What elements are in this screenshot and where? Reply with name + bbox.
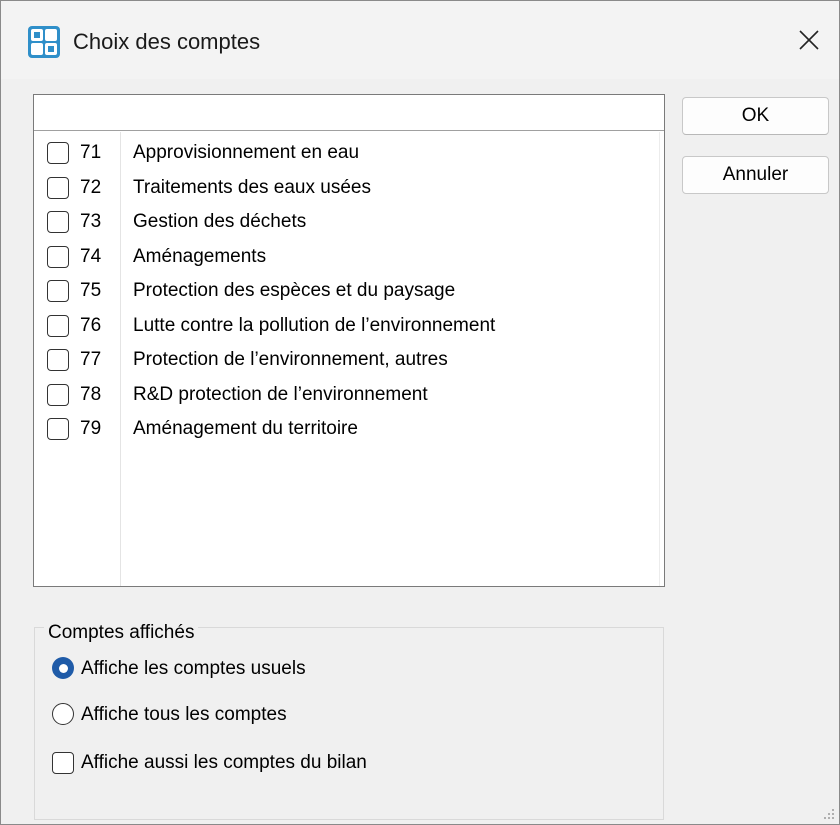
group-legend: Comptes affichés [44,620,199,646]
dialog-window: Choix des comptes 71 Approvisionnement en… [0,0,840,825]
account-label: Lutte contre la pollution de l’environne… [133,314,496,336]
balance-accounts-label[interactable]: Affiche aussi les comptes du bilan [81,750,367,776]
list-item[interactable]: 77 Protection de l’environnement, autres [34,343,654,378]
app-logo-icon [28,26,60,58]
resize-grip-icon[interactable] [823,808,835,820]
account-number: 71 [80,142,102,163]
account-checkbox[interactable] [47,245,69,268]
account-label: Approvisionnement en eau [133,142,360,163]
account-label: Aménagements [133,245,267,267]
account-number: 73 [80,211,102,232]
list-item[interactable]: 76 Lutte contre la pollution de l’environ… [34,309,654,344]
account-number: 77 [80,349,102,370]
account-number: 78 [80,383,102,405]
accounts-list[interactable]: 71 Approvisionnement en eau 72 Traitements … [33,94,665,587]
account-checkbox[interactable] [47,280,69,302]
account-number: 79 [80,418,102,439]
account-label: R&D protection de l’environnement [133,383,428,405]
account-checkbox[interactable] [47,314,69,337]
radio-usual-label[interactable]: Affiche les comptes usuels [81,656,306,682]
account-label: Protection de l’environnement, autres [133,349,448,370]
account-label: Protection des espèces et du paysage [133,280,456,301]
list-item[interactable]: 75 Protection des espèces et du paysage [34,274,654,309]
list-item[interactable]: 74 Aménagements [34,240,654,275]
radio-usual-accounts[interactable] [52,657,74,679]
list-rows: 71 Approvisionnement en eau 72 Traitements … [34,136,654,447]
balance-accounts-checkbox[interactable] [52,752,74,774]
account-label: Traitements des eaux usées [133,176,371,198]
title-bar[interactable]: Choix des comptes [1,1,839,79]
account-checkbox[interactable] [47,142,69,164]
window-title: Choix des comptes [73,29,261,54]
radio-all-accounts[interactable] [52,703,74,725]
list-header [34,95,664,131]
list-item[interactable]: 78 R&D protection de l’environnement [34,378,654,413]
account-checkbox[interactable] [47,349,69,371]
account-number: 72 [80,176,102,198]
cancel-button[interactable]: Annuler [682,156,829,194]
account-checkbox[interactable] [47,383,69,406]
close-icon [799,30,819,50]
list-item[interactable]: 72 Traitements des eaux usées [34,171,654,206]
account-number: 76 [80,314,102,336]
close-button[interactable] [779,1,839,79]
account-checkbox[interactable] [47,418,69,440]
account-label: Gestion des déchets [133,211,307,232]
list-item[interactable]: 73 Gestion des déchets [34,205,654,240]
list-item[interactable]: 71 Approvisionnement en eau [34,136,654,171]
account-label: Aménagement du territoire [133,418,358,439]
account-number: 74 [80,245,102,267]
scroll-gutter-divider [659,132,660,586]
account-checkbox[interactable] [47,176,69,199]
account-checkbox[interactable] [47,211,69,233]
list-item[interactable]: 79 Aménagement du territoire [34,412,654,447]
ok-button[interactable]: OK [682,97,829,135]
radio-all-label[interactable]: Affiche tous les comptes [81,702,287,728]
account-number: 75 [80,280,102,301]
